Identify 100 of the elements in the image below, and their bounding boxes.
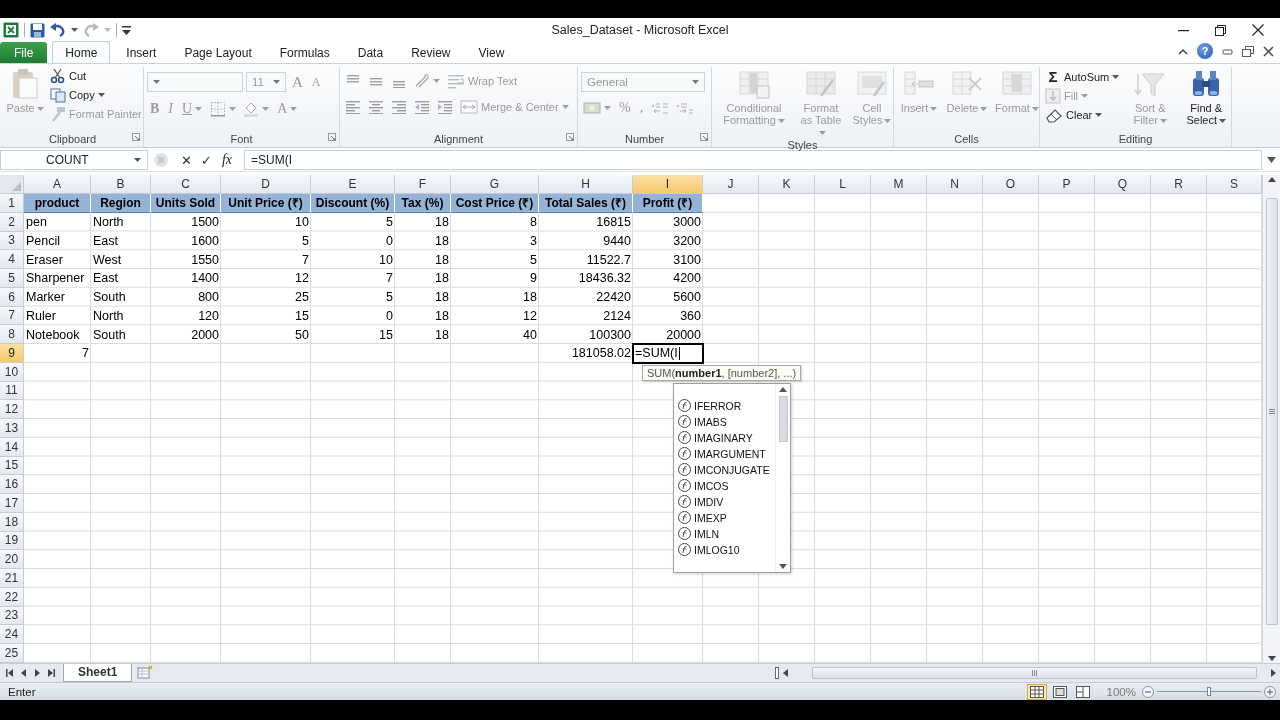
function-suggestion[interactable]: IMEXP xyxy=(678,509,775,526)
scroll-down-icon[interactable] xyxy=(779,563,787,569)
function-suggestion[interactable]: IMCOS xyxy=(678,477,775,494)
ribbon-button[interactable]: Copy xyxy=(48,86,107,104)
column-header[interactable]: B xyxy=(91,175,151,194)
ribbon-tab[interactable]: Data xyxy=(345,42,396,63)
column-header[interactable]: P xyxy=(1039,175,1095,194)
column-header[interactable]: G xyxy=(451,175,539,194)
scissors-icon[interactable] xyxy=(50,68,66,84)
undo-icon[interactable] xyxy=(50,23,66,37)
function-suggestion[interactable]: IMARGUMENT xyxy=(678,445,775,462)
ribbon-tab[interactable]: Page Layout xyxy=(172,42,264,63)
scroll-up-icon[interactable] xyxy=(779,386,787,392)
caret-icon[interactable] xyxy=(1219,119,1227,124)
save-icon[interactable] xyxy=(30,22,45,38)
column-header[interactable]: L xyxy=(815,175,871,194)
ribbon-button[interactable]: Σ AutoSum xyxy=(1043,67,1122,86)
column-header[interactable]: Q xyxy=(1095,175,1151,194)
function-suggestion[interactable]: IMABS xyxy=(678,413,775,430)
row-header[interactable]: 24 xyxy=(0,625,24,644)
scrollbar[interactable] xyxy=(775,383,790,572)
column-header[interactable]: S xyxy=(1207,175,1262,194)
row-header[interactable]: 20 xyxy=(0,550,24,569)
function-suggestion[interactable]: IMCONJUGATE xyxy=(678,461,775,478)
caret-icon[interactable] xyxy=(1112,74,1120,79)
function-suggestion[interactable]: IFERROR xyxy=(678,397,775,414)
column-header[interactable]: O xyxy=(983,175,1039,194)
row-header[interactable]: 16 xyxy=(0,475,24,494)
restore-icon[interactable] xyxy=(1242,45,1254,57)
function-suggestion[interactable]: IMLOG10 xyxy=(678,541,775,558)
customize-menu-icon[interactable] xyxy=(122,25,131,35)
column-header[interactable]: R xyxy=(1151,175,1207,194)
insert-sheet-icon[interactable] xyxy=(137,664,154,679)
row-header[interactable]: 25 xyxy=(0,644,24,663)
enter-button[interactable]: ✓ xyxy=(196,152,216,168)
previous-sheet-icon[interactable] xyxy=(20,669,27,677)
column-header[interactable]: E xyxy=(311,175,395,194)
column-header[interactable]: M xyxy=(871,175,927,194)
last-sheet-icon[interactable] xyxy=(48,669,55,677)
ribbon-tab[interactable]: View xyxy=(466,42,517,63)
row-header[interactable]: 5 xyxy=(0,269,24,288)
scroll-up-icon[interactable] xyxy=(1267,177,1276,182)
scroll-right-icon[interactable] xyxy=(1271,669,1276,677)
row-header[interactable]: 4 xyxy=(0,250,24,269)
eraser-icon[interactable] xyxy=(1045,107,1063,123)
caret-icon[interactable] xyxy=(71,28,78,32)
zoom-in-icon[interactable] xyxy=(1264,685,1276,698)
scroll-thumb[interactable] xyxy=(778,395,788,442)
column-header[interactable]: N xyxy=(927,175,983,194)
row-header[interactable]: 8 xyxy=(0,325,24,344)
ribbon-button[interactable]: Clear xyxy=(1043,106,1105,124)
ribbon-tab[interactable]: Review xyxy=(399,42,463,63)
zoom-level[interactable]: 100% xyxy=(1106,685,1136,698)
split-handle-icon[interactable] xyxy=(775,667,779,679)
slider-thumb[interactable] xyxy=(1207,687,1211,696)
column-header[interactable]: D xyxy=(221,175,311,194)
grip-icon[interactable] xyxy=(1031,670,1038,676)
column-header[interactable]: A xyxy=(24,175,91,194)
dialog-launcher-icon[interactable] xyxy=(328,133,336,141)
row-header[interactable]: 12 xyxy=(0,400,24,419)
ribbon-button[interactable]: Cut xyxy=(48,67,89,85)
caret-icon[interactable] xyxy=(1095,113,1103,117)
dialog-launcher-icon[interactable] xyxy=(566,133,574,141)
scroll-down-icon[interactable] xyxy=(1267,656,1276,661)
zoom-out-icon[interactable] xyxy=(1142,685,1154,698)
row-header[interactable]: 21 xyxy=(0,569,24,588)
grip-icon[interactable] xyxy=(1268,409,1275,414)
first-sheet-icon[interactable] xyxy=(6,669,13,677)
select-all-button[interactable] xyxy=(0,175,24,194)
column-header[interactable]: H xyxy=(539,175,633,194)
function-suggestion[interactable]: IMLN xyxy=(678,525,775,542)
expand-icon[interactable] xyxy=(1266,157,1276,163)
row-header[interactable]: 17 xyxy=(0,494,24,513)
ribbon-tab[interactable]: Home xyxy=(52,41,111,63)
dialog-launcher-icon[interactable] xyxy=(132,133,140,141)
column-header[interactable]: F xyxy=(395,175,451,194)
cancel-button[interactable]: ✕ xyxy=(176,152,196,168)
function-suggestion[interactable]: IMDIV xyxy=(678,493,775,510)
spreadsheet-logo-icon[interactable] xyxy=(3,22,19,38)
formula-field[interactable]: =SUM(I xyxy=(244,150,1262,170)
function-suggestion[interactable]: IMAGINARY xyxy=(678,429,775,446)
row-header[interactable]: 13 xyxy=(0,419,24,438)
caret-icon[interactable] xyxy=(97,93,105,97)
ribbon-tab[interactable]: Insert xyxy=(114,42,169,63)
redo-icon[interactable] xyxy=(83,23,99,37)
zoom-slider[interactable] xyxy=(1157,687,1261,696)
file-tab[interactable]: File xyxy=(0,42,48,63)
row-header[interactable]: 1 xyxy=(0,194,24,213)
column-header[interactable]: J xyxy=(703,175,759,194)
vertical-scrollbar[interactable] xyxy=(1262,175,1280,663)
column-header[interactable]: I xyxy=(633,175,703,194)
name-box[interactable]: COUNT xyxy=(0,150,148,170)
dialog-launcher-icon[interactable] xyxy=(700,133,708,141)
ribbon-tab[interactable]: Formulas xyxy=(267,42,342,63)
sheet-tab[interactable]: Sheet1 xyxy=(63,663,133,682)
ribbon-button[interactable]: Find & Select xyxy=(1179,67,1234,127)
collapse-ribbon-icon[interactable] xyxy=(1178,47,1188,55)
close-icon[interactable] xyxy=(1263,45,1274,57)
row-header[interactable]: 9 xyxy=(0,344,24,363)
restore-icon[interactable] xyxy=(1215,24,1226,36)
